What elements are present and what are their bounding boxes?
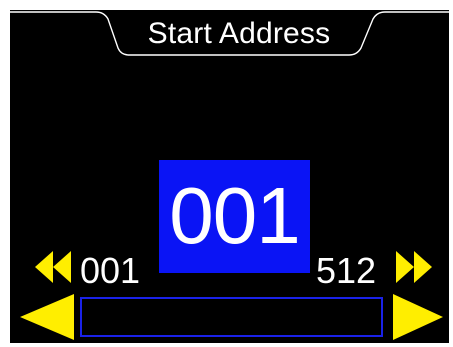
range-max-label: 512 <box>316 250 377 291</box>
address-slider[interactable] <box>80 297 383 337</box>
device-screen: Start Address 001 001 512 <box>10 10 449 343</box>
fast-rewind-icon[interactable] <box>35 251 73 283</box>
address-value-box[interactable]: 001 <box>159 160 310 273</box>
fast-forward-icon[interactable] <box>394 251 432 283</box>
left-arrow-icon[interactable] <box>20 294 74 340</box>
page-title: Start Address <box>147 17 331 50</box>
right-arrow-icon[interactable] <box>393 294 443 340</box>
address-value: 001 <box>169 171 300 260</box>
range-min-label: 001 <box>80 250 141 291</box>
